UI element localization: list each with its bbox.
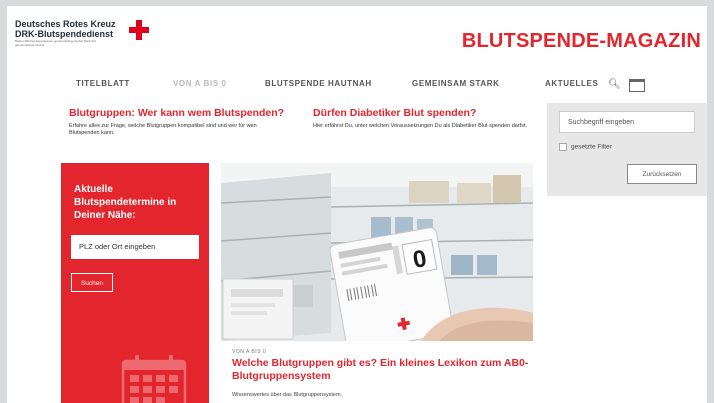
search-icon[interactable]: 🔍︎ [608, 79, 621, 90]
drk-logo[interactable]: Deutsches Rotes Kreuz DRK-Blutspendedien… [15, 19, 116, 47]
story-subtitle: Wissenswertes über das Blutgruppensystem… [232, 392, 343, 398]
reset-button[interactable]: Zurücksetzen [627, 164, 697, 184]
search-input[interactable]: Suchbegriff eingeben [559, 111, 695, 133]
logo-line-1: Deutsches Rotes Kreuz [15, 19, 116, 29]
logo-tagline: Baden-Württemberg/Hessen gemeinnützige G… [15, 39, 96, 47]
blood-bag-image: 0 [221, 163, 533, 341]
filter-toggle[interactable]: gesetzte Filter [559, 143, 612, 151]
article-blutgruppen[interactable]: Blutgruppen: Wer kann wem Blutspenden? E… [69, 107, 284, 137]
nav-item-blutspende-hautnah[interactable]: BLUTSPENDE HAUTNAH [265, 79, 372, 88]
feature-photo[interactable]: 0 [221, 163, 533, 341]
nav-item-gemeinsam-stark[interactable]: GEMEINSAM STARK [412, 79, 500, 88]
magazine-title[interactable]: BLUTSPENDE-MAGAZIN [462, 30, 701, 53]
finder-title: Aktuelle Blutspendetermine in Deiner Näh… [74, 184, 177, 221]
magazine-page: Deutsches Rotes Kreuz DRK-Blutspendedien… [7, 6, 707, 403]
article-diabetiker[interactable]: Dürfen Diabetiker Blut spenden? Hier erf… [313, 107, 528, 130]
red-cross-icon [129, 20, 149, 40]
calendar-icon[interactable] [629, 79, 645, 92]
filter-label: gesetzte Filter [571, 143, 612, 151]
checkbox-icon[interactable] [559, 143, 567, 151]
story-kicker: VON A BIS 0 [232, 349, 267, 355]
search-sidebar: Suchbegriff eingeben gesetzte Filter Zur… [547, 103, 707, 196]
article-title[interactable]: Blutgruppen: Wer kann wem Blutspenden? [69, 107, 284, 120]
article-title[interactable]: Dürfen Diabetiker Blut spenden? [313, 107, 528, 120]
logo-line-2: DRK-Blutspendedienst [15, 29, 114, 39]
article-teaser: Erfahre alles zur Frage, welche Blutgrup… [69, 123, 257, 136]
article-teaser: Hier erfährst Du, unter welchen Vorausse… [313, 123, 528, 129]
story-title[interactable]: Welche Blutgruppen gibt es? Ein kleines … [232, 357, 532, 383]
search-button[interactable]: Suchen [71, 273, 113, 292]
location-input[interactable]: PLZ oder Ort eingeben [71, 235, 199, 259]
calendar-icon [121, 355, 187, 403]
nav-item-aktuelles[interactable]: AKTUELLES [545, 79, 598, 88]
nav-item-titelblatt[interactable]: TITELBLATT [76, 79, 130, 88]
donation-finder: Aktuelle Blutspendetermine in Deiner Näh… [61, 163, 209, 403]
nav-item-von-a-bis-0[interactable]: VON A BIS 0 [173, 79, 227, 88]
